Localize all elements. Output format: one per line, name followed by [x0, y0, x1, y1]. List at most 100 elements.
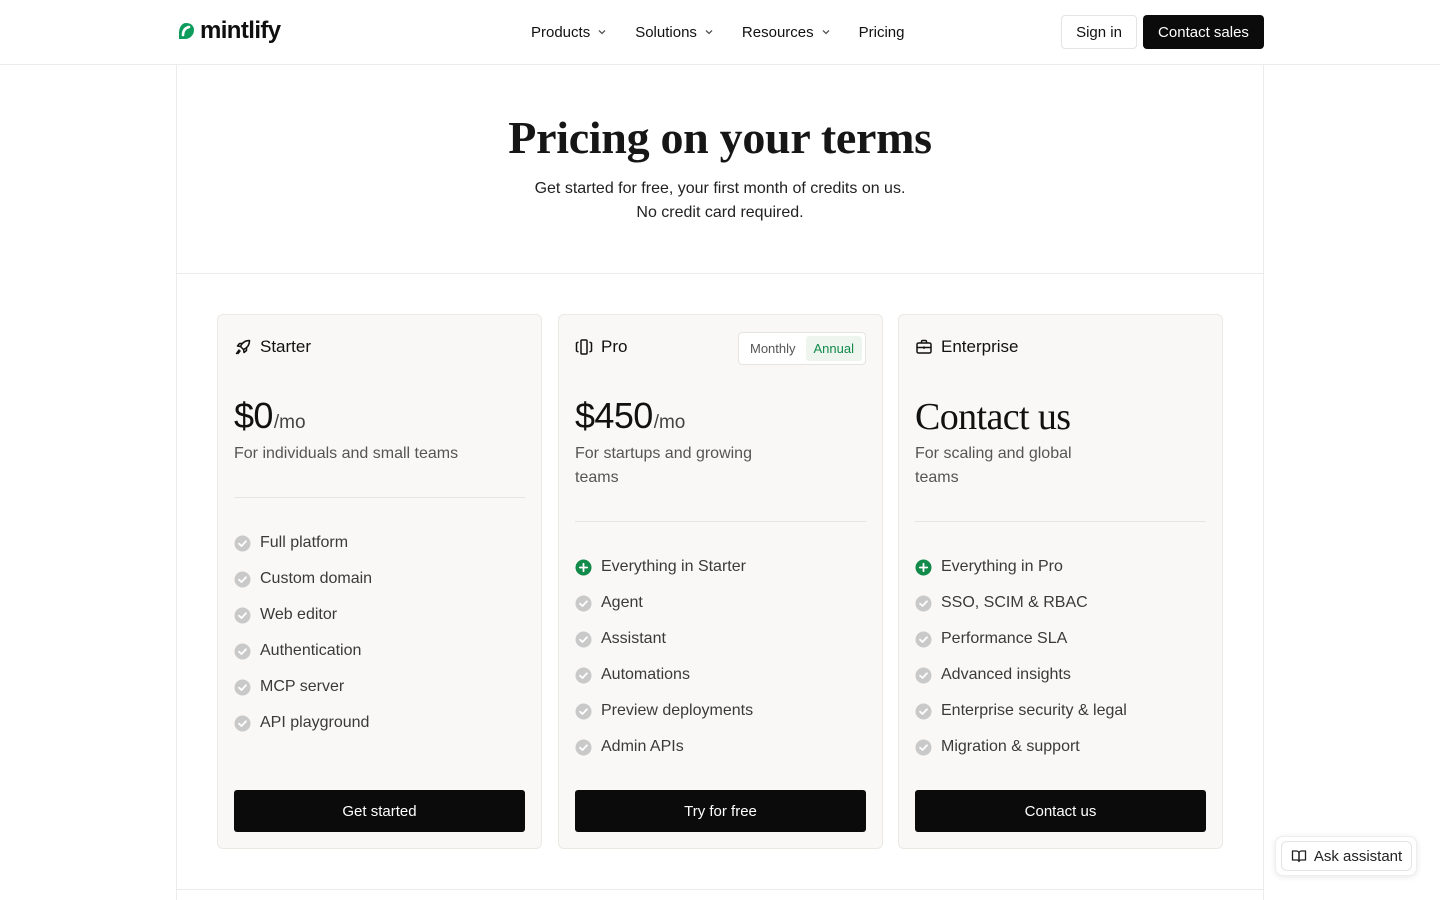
list-item: API playground [234, 705, 372, 741]
price-amount: $0 [234, 395, 273, 436]
feature-label: Custom domain [260, 570, 373, 587]
page-subtitle: Get started for free, your first month o… [0, 177, 1440, 225]
plan-header: Starter [234, 337, 311, 357]
feature-label: Authentication [260, 642, 362, 659]
plan-name: Starter [260, 337, 312, 356]
list-item: SSO, SCIM & RBAC [915, 585, 1127, 621]
feature-label: Agent [601, 594, 643, 611]
try-for-free-button[interactable]: Try for free [575, 790, 866, 832]
feature-label: Preview deployments [601, 702, 754, 719]
price-amount: Contact us [915, 396, 1071, 438]
list-item: Authentication [234, 633, 372, 669]
feature-list: Everything in Starter Agent Assistant Au… [575, 549, 753, 765]
list-item: Automations [575, 657, 753, 693]
plan-price: $0 /mo [234, 395, 306, 437]
list-item: Custom domain [234, 561, 372, 597]
price-period: /mo [273, 412, 306, 433]
plan-header: Pro [575, 337, 627, 357]
plus-circle-icon [575, 559, 592, 575]
plan-card-pro: Pro Monthly Annual $450 /mo For startups… [558, 314, 883, 849]
contact-us-button[interactable]: Contact us [915, 790, 1206, 832]
feature-label: MCP server [260, 678, 345, 695]
list-item: Preview deployments [575, 693, 753, 729]
plan-name: Pro [601, 337, 628, 356]
feature-label: Advanced insights [941, 666, 1071, 683]
subtitle-line-2: No credit card required. [636, 204, 804, 221]
feature-label: Web editor [260, 606, 338, 623]
list-item: Migration & support [915, 729, 1127, 765]
chevron-down-icon [598, 30, 606, 35]
contact-sales-button[interactable]: Contact sales [1143, 15, 1264, 49]
main-nav: Products Solutions Resources Pricing [531, 0, 904, 64]
feature-label: Migration & support [941, 738, 1080, 755]
feature-label: Performance SLA [941, 630, 1068, 647]
list-item: Admin APIs [575, 729, 753, 765]
check-circle-icon [915, 631, 932, 647]
feature-label: Full platform [260, 534, 349, 551]
feature-list: Full platform Custom domain Web editor A… [234, 525, 372, 741]
feature-label: SSO, SCIM & RBAC [941, 594, 1088, 611]
feature-label: Everything in Starter [601, 558, 746, 575]
nav-resources[interactable]: Resources [742, 24, 831, 41]
mintlify-logo-icon [179, 23, 194, 39]
subtitle-line-1: Get started for free, your first month o… [534, 180, 906, 197]
plus-circle-icon [915, 559, 932, 575]
check-circle-icon [575, 631, 592, 647]
hero-bottom-line [176, 273, 1264, 274]
billing-option-monthly[interactable]: Monthly [742, 336, 804, 361]
nav-products-label: Products [531, 23, 591, 41]
sign-in-button[interactable]: Sign in [1061, 15, 1137, 49]
rocket-icon [235, 339, 251, 355]
billing-option-annual[interactable]: Annual [805, 336, 862, 361]
chevron-down-icon [705, 30, 713, 35]
list-item: Web editor [234, 597, 372, 633]
check-circle-icon [915, 595, 932, 611]
check-circle-icon [234, 643, 251, 659]
billing-toggle: Monthly Annual [737, 332, 866, 365]
check-circle-icon [234, 715, 251, 731]
nav-solutions-label: Solutions [635, 23, 697, 41]
plan-divider [915, 521, 1206, 522]
check-circle-icon [575, 739, 592, 755]
plan-price: $450 /mo [575, 395, 685, 437]
plan-divider [575, 521, 866, 522]
nav-solutions[interactable]: Solutions [635, 24, 714, 41]
page-title: Pricing on your terms [508, 112, 932, 163]
feature-label: Automations [601, 666, 690, 683]
brand-name: mintlify [200, 17, 281, 44]
check-circle-icon [915, 703, 932, 719]
nav-pricing-label: Pricing [858, 23, 905, 41]
cards-bottom-line [176, 889, 1264, 890]
nav-products[interactable]: Products [531, 24, 607, 41]
list-item: Everything in Starter [575, 549, 753, 585]
feature-label: Assistant [601, 630, 666, 647]
plan-description: For individuals and small teams [234, 445, 459, 462]
plan-name: Enterprise [941, 337, 1019, 356]
check-circle-icon [575, 703, 592, 719]
logo[interactable]: mintlify [176, 17, 281, 45]
check-circle-icon [915, 739, 932, 755]
plan-price: Contact us [915, 395, 1071, 439]
plan-divider [234, 497, 525, 498]
list-item: Everything in Pro [915, 549, 1127, 585]
plan-description: For startups and growing teams [575, 445, 752, 486]
assistant-widget: Ask assistant [1275, 836, 1417, 876]
check-circle-icon [575, 595, 592, 611]
plan-card-starter: Starter $0 /mo For individuals and small… [217, 314, 542, 849]
list-item: Performance SLA [915, 621, 1127, 657]
get-started-button[interactable]: Get started [234, 790, 525, 832]
list-item: Assistant [575, 621, 753, 657]
site-header: mintlify Products Solutions Resources Pr… [0, 0, 1440, 65]
check-circle-icon [915, 667, 932, 683]
feature-label: API playground [260, 714, 370, 731]
briefcase-icon [916, 339, 932, 354]
plan-card-enterprise: Enterprise Contact us For scaling and gl… [898, 314, 1223, 849]
ask-assistant-button[interactable]: Ask assistant [1281, 841, 1412, 871]
ask-assistant-label: Ask assistant [1313, 847, 1403, 865]
check-circle-icon [575, 667, 592, 683]
feature-label: Enterprise security & legal [941, 702, 1127, 719]
nav-pricing[interactable]: Pricing [859, 24, 905, 41]
list-item: Agent [575, 585, 753, 621]
check-circle-icon [234, 679, 251, 695]
feature-label: Admin APIs [601, 738, 684, 755]
